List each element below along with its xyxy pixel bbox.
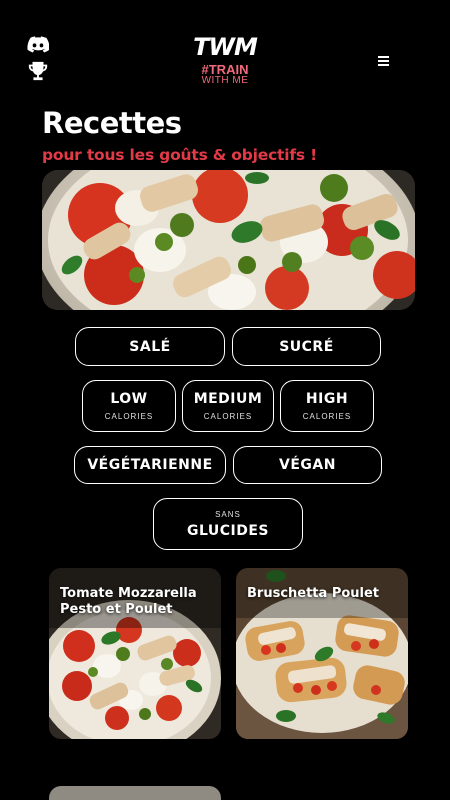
app-header: TWM #TRAIN WITH ME	[0, 0, 450, 100]
filter-medium-calories-button[interactable]: MEDIUM CALORIES	[182, 380, 274, 432]
filter-sale-label: SALÉ	[129, 338, 171, 355]
filter-vegan-label: VÉGAN	[279, 457, 336, 473]
recipe-card[interactable]: Bruschetta Poulet	[236, 568, 408, 739]
filter-low-calories-button[interactable]: LOW CALORIES	[82, 380, 176, 432]
filter-vegetarienne-label: VÉGÉTARIENNE	[87, 457, 213, 473]
filter-sucre-label: SUCRÉ	[279, 338, 334, 355]
filter-vegan-button[interactable]: VÉGAN	[233, 446, 382, 484]
page-title: Recettes	[42, 106, 182, 140]
hero-image	[42, 170, 415, 310]
filter-sucre-button[interactable]: SUCRÉ	[232, 327, 381, 366]
filter-high-sublabel: CALORIES	[302, 412, 352, 421]
filter-medium-sublabel: CALORIES	[203, 412, 253, 421]
recipe-card-partial[interactable]	[49, 786, 221, 800]
filter-high-calories-button[interactable]: HIGH CALORIES	[280, 380, 374, 432]
recipe-title: Bruschetta Poulet	[247, 586, 380, 601]
filter-high-label: HIGH	[305, 391, 349, 407]
filter-sale-button[interactable]: SALÉ	[75, 327, 225, 366]
filter-low-sublabel: CALORIES	[104, 412, 154, 421]
filter-sans-glucides-button[interactable]: SANS GLUCIDES	[153, 498, 303, 550]
filter-low-label: LOW	[110, 391, 148, 407]
menu-icon[interactable]	[378, 56, 389, 66]
filter-vegetarienne-button[interactable]: VÉGÉTARIENNE	[74, 446, 226, 484]
page-subtitle: pour tous les goûts & objectifs !	[42, 146, 318, 164]
logo-tagline: WITH ME	[201, 75, 249, 86]
filter-medium-label: MEDIUM	[193, 391, 263, 407]
filter-glucides-label: GLUCIDES	[186, 522, 270, 539]
filter-glucides-prelabel: SANS	[215, 509, 241, 519]
recipe-card[interactable]: Tomate Mozzarella Pesto et Poulet	[49, 568, 221, 739]
recipe-title: Tomate Mozzarella Pesto et Poulet	[60, 586, 197, 617]
